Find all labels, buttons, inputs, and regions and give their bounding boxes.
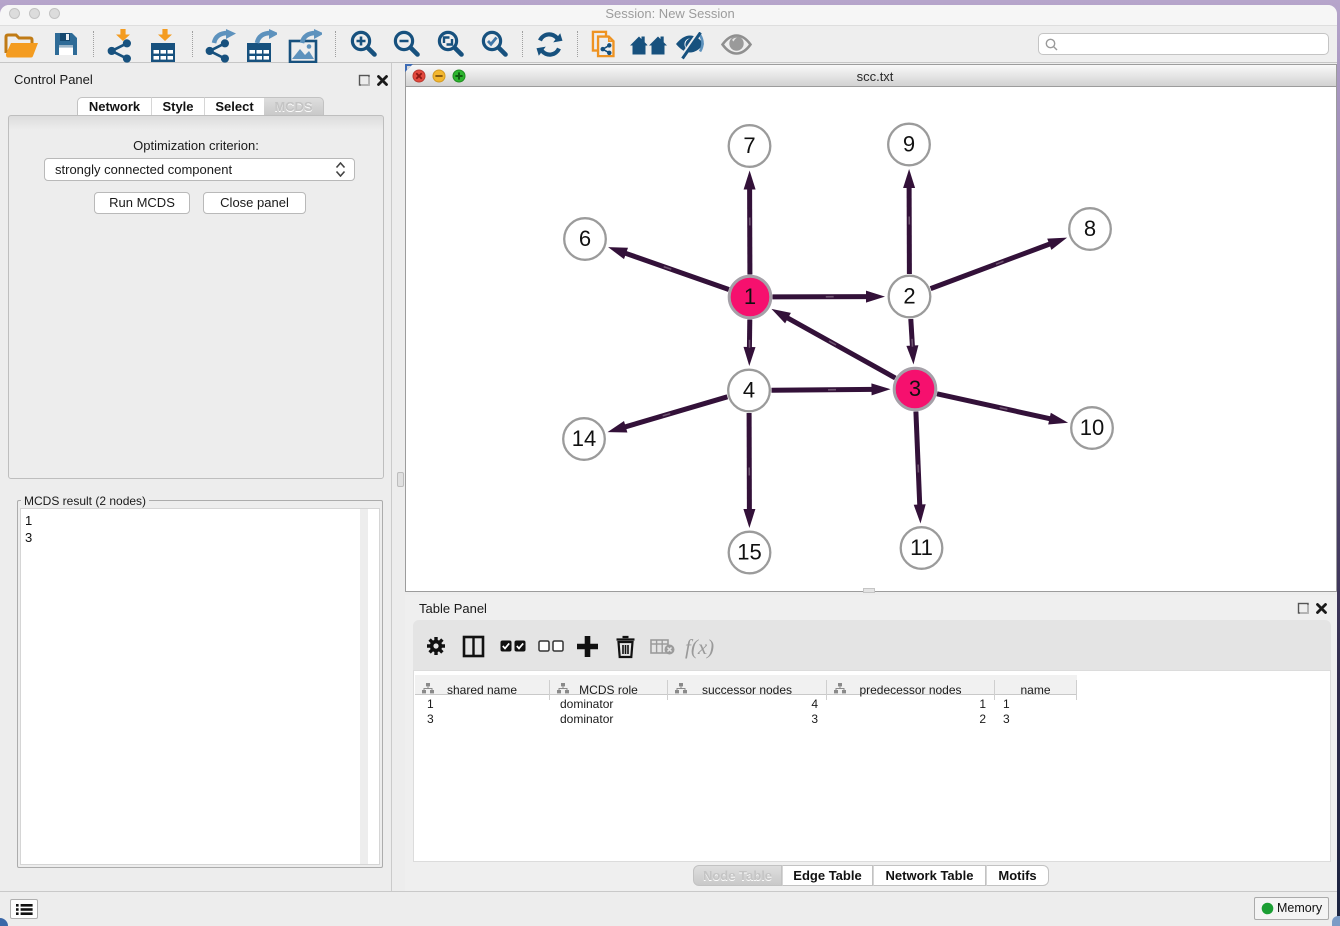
svg-text:8: 8: [1084, 216, 1096, 241]
svg-text:4: 4: [743, 378, 755, 403]
svg-text:9: 9: [903, 132, 915, 157]
svg-text:15: 15: [737, 540, 761, 565]
svg-text:1: 1: [744, 284, 756, 309]
svg-text:3: 3: [909, 376, 921, 401]
svg-text:6: 6: [579, 226, 591, 251]
svg-text:11: 11: [910, 535, 933, 560]
svg-text:7: 7: [743, 133, 755, 158]
svg-text:2: 2: [903, 284, 915, 309]
svg-text:14: 14: [572, 426, 596, 451]
svg-text:10: 10: [1080, 415, 1104, 440]
